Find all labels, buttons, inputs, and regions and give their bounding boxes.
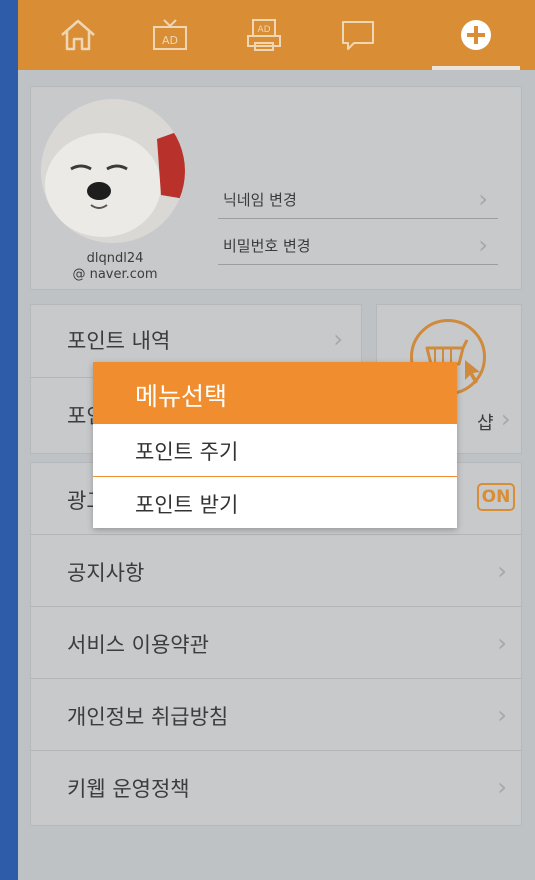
plus-icon — [461, 20, 491, 50]
change-password-row[interactable]: 비밀번호 변경 › — [218, 227, 498, 265]
email-domain: @ naver.com — [72, 267, 158, 282]
on-toggle[interactable]: ON — [477, 483, 515, 511]
chevron-right-icon: › — [497, 701, 507, 729]
email-user: dlqndl24 — [86, 251, 144, 266]
notice-row[interactable]: 공지사항 › — [31, 535, 521, 607]
change-nickname-row[interactable]: 닉네임 변경 › — [218, 181, 498, 219]
svg-text:AD: AD — [257, 25, 270, 35]
nav-active-indicator — [432, 66, 520, 70]
terms-label: 서비스 이용약관 — [67, 633, 209, 657]
privacy-row[interactable]: 개인정보 취급방침 › — [31, 679, 521, 751]
dog-photo — [41, 99, 185, 243]
home-icon — [61, 19, 95, 51]
svg-text:AD: AD — [162, 34, 178, 47]
nav-more-button[interactable] — [432, 0, 520, 70]
notice-label: 공지사항 — [67, 561, 145, 585]
give-points-label: 포인트 주기 — [135, 440, 239, 464]
chevron-right-icon: › — [501, 405, 511, 433]
nav-ad-print-button[interactable]: AD — [214, 0, 314, 70]
receive-points-label: 포인트 받기 — [135, 493, 239, 517]
popup-title: 메뉴선택 — [135, 382, 228, 411]
nav-ad-tv-button[interactable]: AD — [120, 0, 220, 70]
change-nickname-label: 닉네임 변경 — [223, 191, 297, 209]
avatar[interactable] — [41, 99, 185, 243]
give-points-option[interactable]: 포인트 주기 — [93, 424, 457, 476]
ad-print-icon: AD — [247, 19, 281, 51]
message-icon — [342, 21, 374, 50]
divider — [218, 218, 498, 219]
profile-card: dlqndl24 @ naver.com 닉네임 변경 › 비밀번호 변경 › — [30, 86, 522, 290]
receive-points-option[interactable]: 포인트 받기 — [93, 477, 457, 529]
chevron-right-icon: › — [497, 557, 507, 585]
privacy-label: 개인정보 취급방침 — [67, 705, 229, 729]
top-nav-bar: AD AD — [18, 0, 535, 70]
chevron-right-icon: › — [497, 629, 507, 657]
chevron-right-icon: › — [478, 185, 488, 213]
terms-row[interactable]: 서비스 이용약관 › — [31, 607, 521, 679]
divider — [218, 264, 498, 265]
chevron-right-icon: › — [333, 325, 343, 353]
shop-label: 샵 — [477, 413, 494, 434]
chevron-right-icon: › — [478, 231, 488, 259]
ad-tv-icon: AD — [153, 19, 187, 50]
policy-label: 키웹 운영정책 — [67, 777, 190, 801]
change-password-label: 비밀번호 변경 — [223, 237, 311, 255]
user-email: dlqndl24 @ naver.com — [45, 251, 185, 283]
menu-select-popup: 메뉴선택 포인트 주기 포인트 받기 — [93, 362, 457, 528]
nav-message-button[interactable] — [308, 0, 408, 70]
policy-row[interactable]: 키웹 운영정책 › — [31, 751, 521, 823]
chevron-right-icon: › — [497, 773, 507, 801]
point-history-label: 포인트 내역 — [67, 329, 171, 353]
nav-home-button[interactable] — [28, 0, 128, 70]
popup-title-bar: 메뉴선택 — [93, 362, 457, 424]
